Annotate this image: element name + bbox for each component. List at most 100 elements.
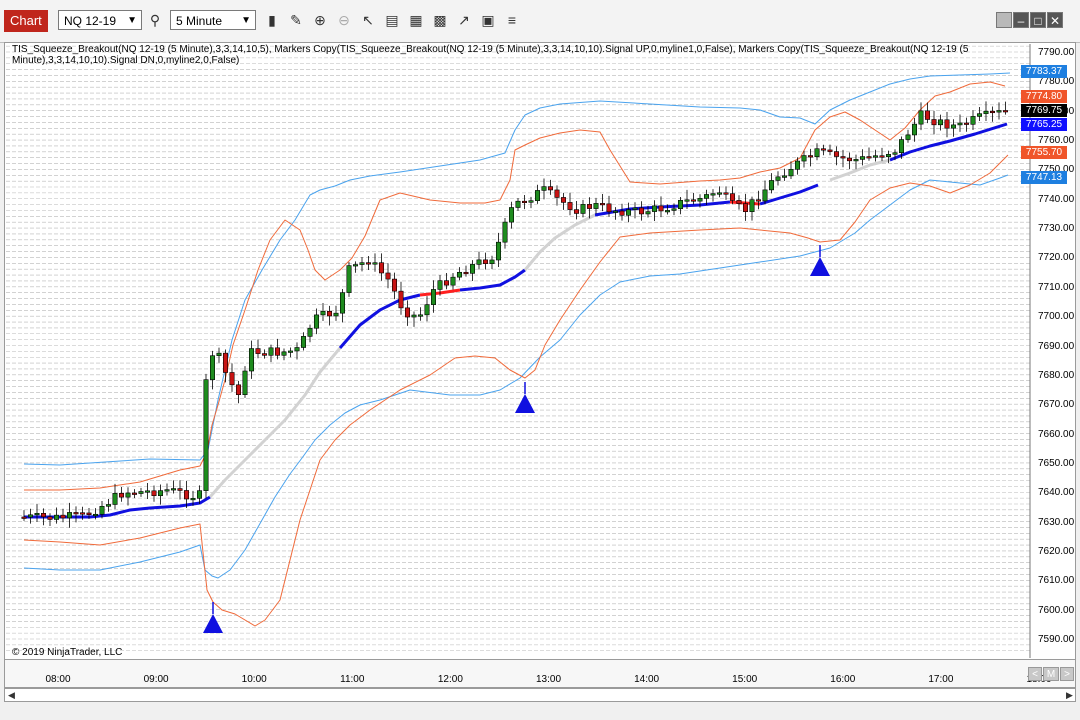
candle-body	[794, 160, 800, 170]
candle-body	[996, 110, 1002, 113]
candle-body	[515, 200, 521, 208]
scroll-right-button[interactable]: >	[1060, 667, 1074, 681]
candle-body	[508, 207, 514, 223]
candle-body	[294, 347, 300, 352]
bollinger-lower-band	[23, 154, 1009, 627]
candle-body	[86, 512, 92, 515]
candle-body	[339, 292, 345, 314]
price-tag: 7755.70	[1021, 146, 1067, 159]
candle-body	[365, 262, 371, 265]
scroll-left-button[interactable]: <	[1028, 667, 1042, 681]
candle-body	[580, 204, 586, 214]
candle-body	[554, 189, 560, 198]
candle-body	[775, 176, 781, 181]
mode-button[interactable]: M	[1043, 667, 1059, 681]
candle-body	[398, 290, 404, 309]
candle-body	[567, 202, 573, 210]
draw-pencil-icon[interactable]: ✎	[286, 10, 306, 30]
candle-body	[333, 312, 339, 317]
candle-body	[768, 180, 774, 191]
candle-body	[307, 327, 313, 337]
bar-style-icon[interactable]: ▮	[262, 10, 282, 30]
scroll-left-arrow-icon[interactable]: ◀	[8, 690, 15, 701]
candle-body	[586, 204, 592, 209]
candle-body	[268, 347, 274, 356]
candle-body	[320, 310, 326, 316]
candle-body	[132, 492, 138, 495]
properties-icon[interactable]: ▦	[406, 10, 426, 30]
candle-body	[801, 155, 807, 162]
candle-body	[346, 265, 352, 293]
candle-body	[255, 348, 261, 354]
template-icon[interactable]: ▣	[478, 10, 498, 30]
candle-body	[612, 210, 618, 213]
price-axis-label: 7760.00	[1038, 135, 1075, 147]
squeeze-line-on	[338, 293, 421, 349]
candle-body	[424, 304, 430, 316]
price-tag: 7747.13	[1021, 171, 1067, 184]
candle-body	[190, 498, 196, 501]
strategies-icon[interactable]: ▩	[430, 10, 450, 30]
price-tag: 7765.25	[1021, 118, 1067, 131]
candle-body	[911, 123, 917, 136]
candle-body	[463, 271, 469, 275]
price-axis-label: 7720.00	[1038, 252, 1075, 264]
candle-body	[521, 200, 527, 204]
price-axis-label: 7650.00	[1038, 457, 1075, 469]
candle-body	[47, 516, 53, 520]
indicators-icon[interactable]: ↗	[454, 10, 474, 30]
candle-body	[482, 259, 488, 264]
candle-body	[710, 193, 716, 196]
candle-body	[27, 514, 33, 518]
restore-icon[interactable]	[996, 12, 1012, 28]
horizontal-scrollbar[interactable]	[4, 688, 1076, 702]
candle-body	[866, 156, 872, 159]
scroll-right-arrow-icon[interactable]: ▶	[1066, 690, 1073, 701]
candle-body	[359, 262, 365, 265]
candle-body	[989, 110, 995, 114]
instrument-selector[interactable]: NQ 12-19 ▼	[58, 10, 142, 30]
time-axis-label: 09:00	[143, 674, 169, 685]
candle-body	[125, 492, 131, 498]
candle-body	[66, 512, 72, 519]
candle-body	[385, 272, 391, 280]
maximize-icon[interactable]: □	[1030, 12, 1046, 28]
time-axis-label: 10:00	[241, 674, 267, 685]
price-axis-label: 7640.00	[1038, 487, 1075, 499]
zoom-out-icon[interactable]: ⊖	[334, 10, 354, 30]
candle-body	[950, 124, 956, 129]
candle-body	[53, 514, 59, 520]
candle-body	[859, 156, 865, 160]
price-axis-label: 7700.00	[1038, 311, 1075, 323]
candle-body	[287, 350, 293, 353]
list-icon[interactable]: ≡	[502, 10, 522, 30]
signal-up-marker	[203, 614, 223, 633]
candle-body	[469, 264, 475, 274]
chevron-down-icon: ▼	[241, 15, 251, 26]
close-icon[interactable]: ✕	[1047, 12, 1063, 28]
candle-body	[807, 155, 813, 158]
candle-body	[729, 193, 735, 201]
candle-body	[625, 209, 631, 216]
candle-body	[73, 512, 79, 515]
candle-body	[1002, 110, 1008, 113]
chart-tab[interactable]: Chart	[4, 10, 48, 32]
zoom-in-icon[interactable]: ⊕	[310, 10, 330, 30]
pointer-icon[interactable]: ↖	[358, 10, 378, 30]
squeeze-line-off	[829, 158, 891, 182]
candle-body	[924, 110, 930, 120]
candle-body	[171, 488, 177, 491]
candle-body	[229, 372, 235, 386]
time-axis-label: 15:00	[732, 674, 758, 685]
price-axis-label: 7610.00	[1038, 575, 1075, 587]
price-tag: 7783.37	[1021, 65, 1067, 78]
candle-body	[879, 155, 885, 158]
interval-selector[interactable]: 5 Minute ▼	[170, 10, 256, 30]
signal-up-marker	[515, 394, 535, 413]
search-icon[interactable]: ⚲	[145, 10, 165, 30]
time-axis-label: 17:00	[928, 674, 954, 685]
minimize-icon[interactable]: –	[1013, 12, 1029, 28]
data-box-icon[interactable]: ▤	[382, 10, 402, 30]
price-chart[interactable]	[4, 42, 1076, 660]
candle-body	[164, 489, 170, 492]
